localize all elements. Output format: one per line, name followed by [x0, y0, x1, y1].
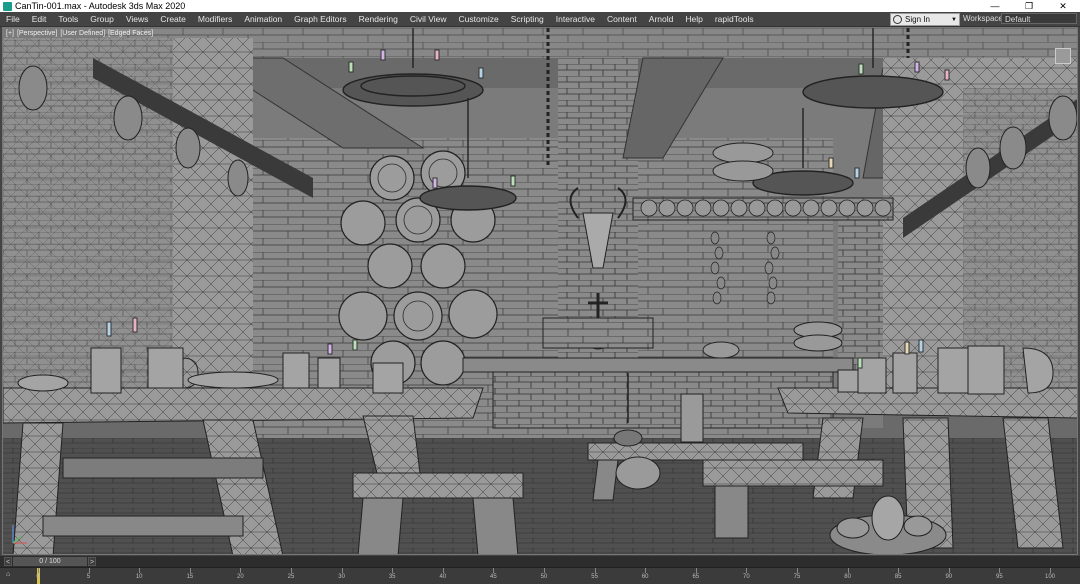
menu-civil-view[interactable]: Civil View	[404, 12, 453, 26]
minimize-button[interactable]: —	[978, 0, 1012, 12]
timeline-tick-label: 60	[641, 574, 649, 580]
prev-frame-button[interactable]: <	[4, 557, 12, 566]
timeline-tick	[898, 568, 900, 573]
timeline-tick-label: 20	[237, 574, 244, 580]
title-bar: CanTin-001.max - Autodesk 3ds Max 2020 —…	[0, 0, 1080, 12]
menu-rendering[interactable]: Rendering	[353, 12, 404, 26]
timeline-tick-label: 70	[743, 574, 750, 580]
timeline-tick-label: 75	[793, 574, 801, 580]
sign-in-label: Sign In	[905, 15, 930, 24]
timeline-tick-label: 55	[591, 574, 598, 580]
timeline-tick	[88, 568, 90, 573]
timeline-tick	[291, 568, 292, 573]
menu-create[interactable]: Create	[154, 12, 192, 26]
menu-scripting[interactable]: Scripting	[505, 12, 550, 26]
timeline-tick-label: 10	[135, 574, 143, 580]
menu-views[interactable]: Views	[120, 12, 155, 26]
viewport-stage-label[interactable]: [User Defined]	[60, 30, 105, 37]
timeline-tick-label: 45	[490, 574, 497, 580]
timeline-tick-label: 5	[86, 574, 91, 580]
app-logo-icon	[3, 1, 12, 11]
menu-customize[interactable]: Customize	[453, 12, 505, 26]
timeline-tick-label: 0	[36, 574, 40, 580]
timeline-tick-label: 90	[945, 574, 953, 580]
timeline-tick-label: 50	[540, 574, 548, 580]
timeline-tick	[38, 568, 39, 573]
timeline-tick	[392, 568, 394, 573]
menu-graph-editors[interactable]: Graph Editors	[288, 12, 352, 26]
menu-interactive[interactable]: Interactive	[550, 12, 601, 26]
scene-render	[3, 28, 1077, 554]
chevron-down-icon: ▼	[951, 16, 957, 23]
next-frame-button[interactable]: >	[88, 557, 96, 566]
time-slider[interactable]: < 0 / 100 >	[0, 556, 1080, 567]
timeline-tick	[948, 568, 950, 573]
timeline-tick	[594, 568, 596, 573]
frame-counter[interactable]: 0 / 100	[13, 557, 87, 566]
timeline-tick	[544, 568, 545, 573]
timeline-tick-label: 80	[844, 574, 851, 580]
viewcube-icon[interactable]	[1055, 48, 1071, 64]
timeline-tick-label: 95	[996, 574, 1003, 580]
perspective-viewport[interactable]: [+] [Perspective] [User Defined] [Edged …	[2, 27, 1078, 555]
menu-edit[interactable]: Edit	[26, 12, 53, 26]
timeline-tick-label: 25	[287, 574, 295, 580]
sign-in-dropdown[interactable]: Sign In ▼	[890, 13, 960, 26]
menu-content[interactable]: Content	[601, 12, 643, 26]
timeline-tick	[493, 568, 495, 573]
timeline-tick	[645, 568, 647, 573]
timeline-tick-label: 15	[186, 574, 194, 580]
close-button[interactable]: ✕	[1046, 0, 1080, 12]
timeline-tick	[1050, 568, 1051, 573]
timeline-tick	[240, 568, 242, 573]
viewport-label: [+] [Perspective] [User Defined] [Edged …	[6, 30, 154, 37]
timeline-tick-label: 40	[439, 574, 447, 580]
menu-bar: File Edit Tools Group Views Create Modif…	[0, 12, 1080, 27]
timeline-tick	[442, 568, 444, 573]
timeline-tick-label: 65	[692, 574, 700, 580]
timeline-tick	[139, 568, 141, 573]
user-icon	[893, 15, 902, 24]
menu-help[interactable]: Help	[679, 12, 708, 26]
viewport-point-of-view[interactable]: [Perspective]	[17, 30, 57, 37]
timeline-tick-label: 30	[338, 574, 345, 580]
track-bar[interactable]: ⌂ 0 5 10 15 20 25 30 35 40 45 50 55 60 65 70 75 80 85 90 95…	[0, 567, 1080, 584]
timeline-tick	[746, 568, 748, 573]
menu-arnold[interactable]: Arnold	[643, 12, 680, 26]
timeline-tick	[847, 568, 849, 573]
maximize-button[interactable]: ❐	[1012, 0, 1046, 12]
timeline-tick-label: 85	[894, 574, 902, 580]
window-controls: — ❐ ✕	[978, 0, 1080, 12]
window-title: CanTin-001.max - Autodesk 3ds Max 2020	[15, 1, 186, 11]
viewport-shading-label[interactable]: [Edged Faces]	[108, 30, 153, 37]
timeline-tick	[695, 568, 697, 573]
timeline-tick	[189, 568, 191, 573]
menu-tools[interactable]: Tools	[52, 12, 84, 26]
viewport-menu-plus[interactable]: [+]	[6, 30, 14, 37]
timeline-tick	[999, 568, 1001, 573]
workspace-select[interactable]: Default	[1001, 13, 1077, 24]
key-filter-icon[interactable]: ⌂	[6, 571, 10, 578]
menu-modifiers[interactable]: Modifiers	[192, 12, 238, 26]
menu-rapidtools[interactable]: rapidTools	[709, 12, 760, 26]
timeline-tick	[797, 568, 798, 573]
timeline-tick-label: 100	[1044, 574, 1056, 580]
menu-file[interactable]: File	[0, 12, 26, 26]
menu-animation[interactable]: Animation	[238, 12, 288, 26]
menu-group[interactable]: Group	[84, 12, 120, 26]
timeline-tick-label: 35	[388, 574, 396, 580]
timeline-tick	[341, 568, 343, 573]
